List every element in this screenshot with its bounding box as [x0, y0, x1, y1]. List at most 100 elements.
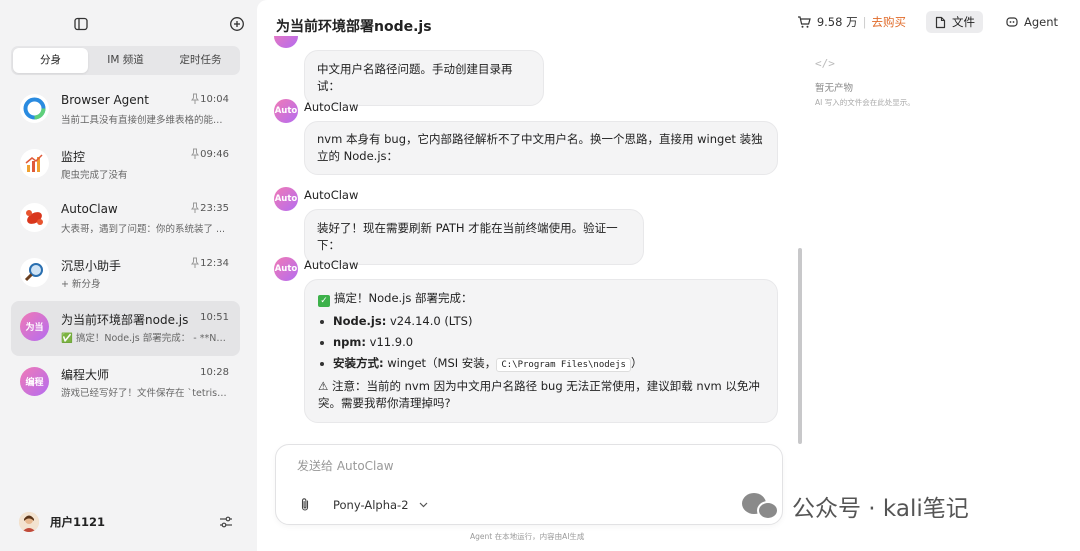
watermark: 公众号 · kali笔记 [742, 489, 969, 523]
paperclip-icon[interactable] [299, 497, 311, 512]
conversation-preview: ✅ 搞定！Node.js 部署完成： - **No... [61, 333, 229, 344]
message-text: 装好了！现在需要刷新 PATH 才能在当前终端使用。验证一下： [317, 221, 618, 252]
balance-area: 9.58 万 | 去购买 [797, 14, 906, 30]
artifacts-empty-title: 暂无产物 [815, 83, 854, 94]
agent-button-label: Agent [1023, 15, 1058, 29]
chart-icon [20, 148, 49, 178]
check-icon: ✓ [318, 295, 330, 307]
message-avatar [274, 36, 298, 48]
message-intro: 搞定！Node.js 部署完成： [334, 291, 473, 305]
sidebar-top-bar [0, 14, 256, 34]
balance-value: 9.58 万 [816, 15, 858, 29]
page-title: 为当前环境部署node.js [276, 19, 432, 35]
files-button-label: 文件 [951, 15, 975, 29]
watermark-text: 公众号 · kali笔记 [792, 496, 969, 522]
magnifier-icon [20, 257, 49, 287]
cart-icon [797, 16, 811, 28]
message-bubble: 中文用户名路径问题。手动创建目录再试： [304, 50, 544, 106]
new-chat-icon[interactable] [229, 16, 245, 32]
item-key: Node.js: [333, 314, 387, 328]
message-avatar: Auto [274, 187, 298, 211]
conversation-item-browser-agent[interactable]: Browser Agent 10:04 当前工具没有直接创建多维表格的能力… [11, 83, 240, 138]
pin-icon [191, 93, 199, 104]
model-name: Pony-Alpha-2 [333, 498, 409, 512]
pin-icon [191, 257, 199, 268]
conversation-item-coding-master[interactable]: 编程 编程大师 10:28 游戏已经写好了！文件保存在 `tetris.html… [11, 356, 240, 411]
list-item: npm: v11.9.0 [318, 334, 764, 351]
conversation-item-monitor[interactable]: 监控 09:46 爬虫完成了没有 [11, 138, 240, 193]
item-key: 安装方式: [333, 356, 384, 370]
message-bubble: 装好了！现在需要刷新 PATH 才能在当前终端使用。验证一下： [304, 209, 644, 265]
lobster-icon [20, 203, 49, 232]
conversation-preview: + 新分身 [61, 278, 101, 290]
files-button[interactable]: 文件 [925, 11, 983, 33]
conversation-avatar: 编程 [20, 366, 49, 396]
chat-transcript: 中文用户名路径问题。手动创建目录再试： Auto AutoClaw nvm 本身… [257, 36, 802, 436]
conversation-title: 编程大师 [61, 367, 110, 382]
conversation-title: AutoClaw [61, 202, 118, 216]
message-sender: AutoClaw [304, 258, 359, 272]
conversation-time: 10:28 [200, 366, 229, 378]
conversation-time: 23:35 [200, 203, 229, 214]
header-actions: 9.58 万 | 去购买 文件 Agent [797, 11, 1058, 33]
user-avatar [19, 512, 39, 532]
sidebar-toggle-icon[interactable] [73, 16, 89, 32]
conversation-list: Browser Agent 10:04 当前工具没有直接创建多维表格的能力… 监… [11, 83, 240, 410]
divider: | [862, 15, 867, 29]
message-avatar: Auto [274, 99, 298, 123]
model-selector[interactable]: Pony-Alpha-2 [333, 498, 428, 512]
conversation-time: 10:04 [200, 94, 229, 105]
conversation-preview: 游戏已经写好了！文件保存在 `tetris.html` [61, 387, 229, 399]
tab-clones[interactable]: 分身 [13, 48, 88, 73]
artifacts-empty-hint: AI 写入的文件会在此处显示。 [815, 98, 915, 107]
item-key: npm: [333, 335, 367, 349]
message-sender: AutoClaw [304, 100, 359, 114]
conversation-title: Browser Agent [61, 93, 149, 107]
conversation-item-autoclaw[interactable]: AutoClaw 23:35 大表哥，遇到了问题：你的系统装了 ... [11, 192, 240, 247]
sidebar-tabs: 分身 IM 频道 定时任务 [11, 46, 240, 75]
chevron-down-icon [419, 502, 427, 508]
pin-icon [191, 202, 199, 213]
list-item: 安装方式: winget（MSI 安装， C:\Program Files\nod… [318, 355, 764, 374]
browser-agent-ring-icon [20, 94, 49, 123]
agent-button[interactable]: Agent [1005, 15, 1058, 29]
conversation-time: 09:46 [200, 148, 229, 160]
user-profile[interactable]: 用户1121 [19, 511, 105, 533]
agent-icon [1006, 17, 1018, 27]
message-bubble: ✓ 搞定！Node.js 部署完成： Node.js: v24.14.0 (LTS… [304, 279, 778, 423]
item-value: v24.14.0 (LTS) [386, 314, 473, 328]
conversation-preview: 爬虫完成了没有 [61, 169, 128, 181]
list-item: Node.js: v24.14.0 (LTS) [318, 313, 764, 330]
footer-disclaimer: Agent 在本地运行，内容由AI生成 [470, 532, 585, 541]
chat-scrollbar[interactable] [798, 248, 802, 444]
message-input[interactable] [297, 459, 697, 473]
message-sender: AutoClaw [304, 188, 359, 202]
wechat-logo-icon [742, 491, 782, 521]
conversation-title: 沉思小助手 [61, 258, 122, 273]
conversation-item-thinking-assistant[interactable]: 沉思小助手 12:34 + 新分身 [11, 247, 240, 302]
tab-scheduled-tasks[interactable]: 定时任务 [163, 48, 238, 73]
message-bubble: nvm 本身有 bug，它内部路径解析不了中文用户名。换一个思路，直接用 win… [304, 121, 778, 175]
message-text: nvm 本身有 bug，它内部路径解析不了中文用户名。换一个思路，直接用 win… [317, 132, 763, 163]
item-value: v11.9.0 [366, 335, 414, 349]
item-value: winget（MSI 安装， [383, 356, 497, 370]
conversation-time: 10:51 [200, 312, 229, 323]
code-icon: </> [815, 57, 835, 70]
message-note: ⚠ 注意：当前的 nvm 因为中文用户名路径 bug 无法正常使用，建议卸载 n… [318, 379, 760, 410]
main-panel: 为当前环境部署node.js 9.58 万 | 去购买 文件 Agent </>… [257, 0, 1080, 551]
settings-sliders-icon[interactable] [219, 515, 233, 529]
message-intro-line: ✓ 搞定！Node.js 部署完成： [318, 290, 764, 307]
conversation-preview: 当前工具没有直接创建多维表格的能力… [61, 115, 229, 126]
artifacts-panel: </> 暂无产物 AI 写入的文件会在此处显示。 [815, 57, 915, 108]
conversation-avatar: 为当 [20, 312, 49, 341]
buy-link[interactable]: 去购买 [871, 14, 906, 30]
sidebar: 分身 IM 频道 定时任务 Browser Agent 10:04 当前工具没有… [0, 0, 256, 551]
conversation-time: 12:34 [200, 257, 229, 269]
message-composer: Pony-Alpha-2 [275, 444, 783, 525]
tab-im-channels[interactable]: IM 频道 [88, 48, 163, 73]
pin-icon [191, 148, 199, 159]
inline-code: C:\Program Files\nodejs [496, 358, 631, 372]
conversation-item-deploy-nodejs[interactable]: 为当 为当前环境部署node.js 10:51 ✅ 搞定！Node.js 部署完… [11, 301, 240, 356]
file-icon [935, 16, 946, 28]
conversation-title: 监控 [61, 149, 86, 164]
